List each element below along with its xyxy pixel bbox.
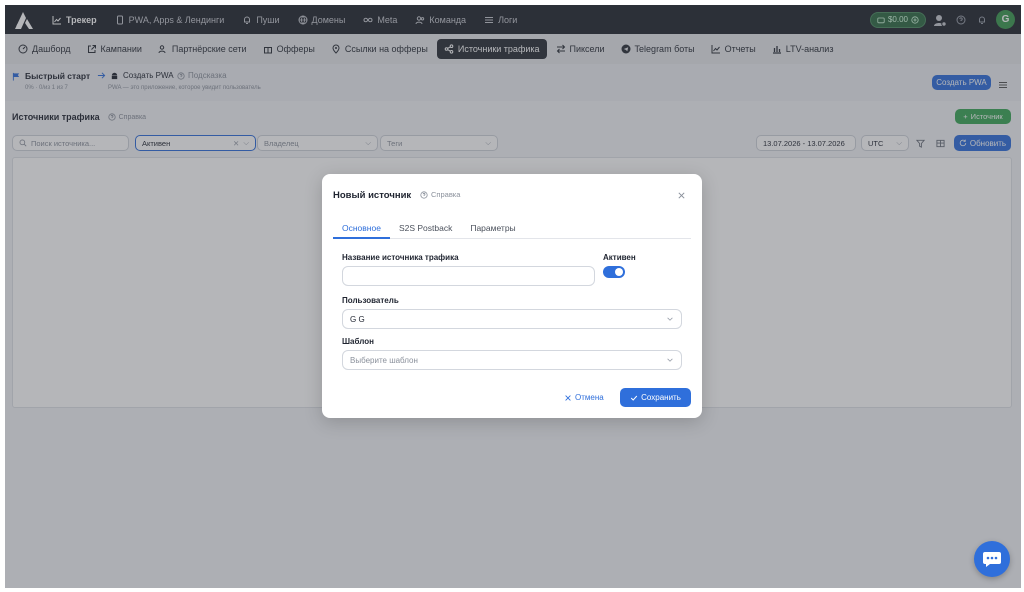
tab-parameters[interactable]: Параметры [461, 217, 524, 239]
app-window: Трекер PWA, Apps & Лендинги Пуши Домены … [5, 5, 1021, 588]
active-toggle[interactable] [603, 266, 625, 278]
template-select[interactable]: Выберите шаблон [342, 350, 682, 370]
chat-support-button[interactable] [974, 541, 1010, 577]
source-name-input[interactable] [342, 266, 595, 286]
chat-icon [983, 552, 1001, 567]
help-icon [420, 190, 428, 199]
check-icon [630, 395, 638, 401]
tab-basic[interactable]: Основное [333, 217, 390, 239]
name-field-label: Название источника трафика [342, 253, 459, 262]
user-field-label: Пользователь [342, 296, 399, 305]
chevron-down-icon [666, 356, 674, 364]
tab-s2s-postback[interactable]: S2S Postback [390, 217, 461, 239]
modal-tabs: Основное S2S Postback Параметры [333, 217, 691, 239]
template-field-label: Шаблон [342, 337, 374, 346]
close-icon[interactable] [674, 188, 688, 202]
close-icon [565, 394, 571, 401]
user-select[interactable]: G G [342, 309, 682, 329]
modal-help-link[interactable]: Справка [420, 190, 460, 199]
new-source-modal: Новый источник Справка Основное S2S Post… [322, 174, 702, 418]
toggle-knob [615, 268, 623, 276]
save-button[interactable]: Сохранить [620, 388, 691, 407]
chevron-down-icon [666, 315, 674, 323]
cancel-button[interactable]: Отмена [564, 393, 604, 402]
active-label: Активен [603, 253, 636, 262]
modal-title: Новый источник [333, 190, 412, 201]
